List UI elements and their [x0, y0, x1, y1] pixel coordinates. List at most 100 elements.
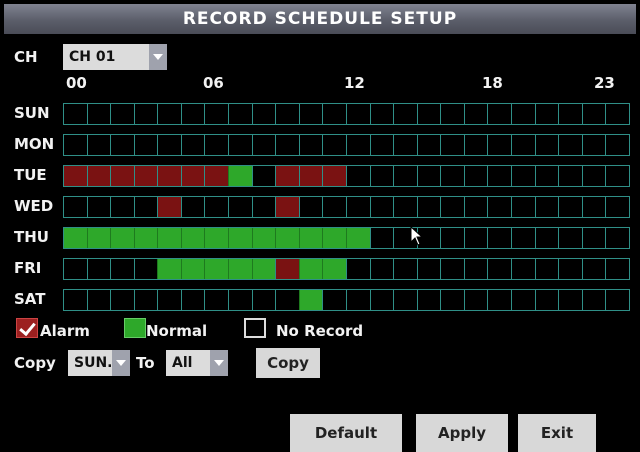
schedule-cell-mon-22[interactable]	[581, 135, 606, 155]
schedule-cell-wed-05[interactable]	[180, 197, 205, 217]
schedule-cell-fri-14[interactable]	[393, 259, 417, 279]
schedule-cell-mon-01[interactable]	[86, 135, 111, 155]
schedule-cell-fri-07[interactable]	[228, 259, 252, 279]
schedule-cell-mon-13[interactable]	[369, 135, 394, 155]
schedule-cell-sun-22[interactable]	[581, 104, 606, 124]
schedule-cell-sun-18[interactable]	[487, 104, 511, 124]
schedule-cell-tue-02[interactable]	[110, 166, 134, 186]
schedule-cell-thu-11[interactable]	[322, 228, 346, 248]
schedule-cell-thu-18[interactable]	[487, 228, 511, 248]
alarm-legend-swatch[interactable]	[16, 318, 38, 338]
copy-from-select[interactable]: SUN.	[68, 350, 130, 376]
apply-button[interactable]: Apply	[416, 414, 508, 452]
schedule-cell-tue-22[interactable]	[581, 166, 606, 186]
schedule-cell-mon-21[interactable]	[558, 135, 582, 155]
schedule-cell-sat-08[interactable]	[251, 290, 276, 310]
schedule-cell-sat-20[interactable]	[534, 290, 559, 310]
chevron-down-icon[interactable]	[210, 350, 228, 376]
schedule-cell-wed-07[interactable]	[228, 197, 252, 217]
schedule-cell-mon-16[interactable]	[440, 135, 464, 155]
schedule-cell-fri-15[interactable]	[416, 259, 441, 279]
schedule-cell-wed-17[interactable]	[463, 197, 488, 217]
schedule-cell-sun-00[interactable]	[64, 104, 87, 124]
schedule-cell-sun-04[interactable]	[157, 104, 181, 124]
schedule-cell-wed-12[interactable]	[345, 197, 370, 217]
schedule-cell-sun-01[interactable]	[86, 104, 111, 124]
schedule-cell-wed-03[interactable]	[133, 197, 158, 217]
schedule-cell-tue-07[interactable]	[228, 166, 252, 186]
schedule-cell-wed-02[interactable]	[110, 197, 134, 217]
schedule-cell-thu-08[interactable]	[251, 228, 276, 248]
schedule-cell-sun-02[interactable]	[110, 104, 134, 124]
chevron-down-icon[interactable]	[112, 350, 130, 376]
schedule-cell-fri-03[interactable]	[133, 259, 158, 279]
schedule-cell-sat-18[interactable]	[487, 290, 511, 310]
no-record-legend-swatch[interactable]	[244, 318, 266, 338]
schedule-cell-sun-11[interactable]	[322, 104, 346, 124]
schedule-cell-mon-12[interactable]	[345, 135, 370, 155]
schedule-cell-wed-09[interactable]	[275, 197, 299, 217]
schedule-cell-fri-06[interactable]	[204, 259, 229, 279]
schedule-cell-sat-15[interactable]	[416, 290, 441, 310]
schedule-cell-mon-00[interactable]	[64, 135, 87, 155]
schedule-cell-wed-11[interactable]	[322, 197, 346, 217]
schedule-cell-thu-13[interactable]	[369, 228, 394, 248]
schedule-cell-fri-17[interactable]	[463, 259, 488, 279]
schedule-cell-thu-01[interactable]	[86, 228, 111, 248]
schedule-cell-sat-00[interactable]	[64, 290, 87, 310]
chevron-down-icon[interactable]	[149, 44, 167, 70]
schedule-cell-fri-18[interactable]	[487, 259, 511, 279]
schedule-cell-sat-23[interactable]	[605, 290, 629, 310]
schedule-cell-mon-06[interactable]	[204, 135, 229, 155]
schedule-cell-mon-08[interactable]	[251, 135, 276, 155]
schedule-cell-fri-04[interactable]	[157, 259, 181, 279]
schedule-cell-sat-02[interactable]	[110, 290, 134, 310]
schedule-cell-sun-12[interactable]	[345, 104, 370, 124]
schedule-cell-mon-11[interactable]	[322, 135, 346, 155]
schedule-cell-fri-05[interactable]	[180, 259, 205, 279]
exit-button[interactable]: Exit	[518, 414, 596, 452]
schedule-cell-tue-01[interactable]	[86, 166, 111, 186]
default-button[interactable]: Default	[290, 414, 402, 452]
schedule-cell-fri-11[interactable]	[322, 259, 346, 279]
schedule-cell-sat-13[interactable]	[369, 290, 394, 310]
schedule-cell-tue-23[interactable]	[605, 166, 629, 186]
schedule-cell-sun-16[interactable]	[440, 104, 464, 124]
schedule-cell-sun-14[interactable]	[393, 104, 417, 124]
schedule-cell-sat-01[interactable]	[86, 290, 111, 310]
schedule-cell-fri-16[interactable]	[440, 259, 464, 279]
schedule-cell-fri-01[interactable]	[86, 259, 111, 279]
schedule-cell-sun-21[interactable]	[558, 104, 582, 124]
schedule-cell-tue-19[interactable]	[510, 166, 535, 186]
schedule-cell-wed-13[interactable]	[369, 197, 394, 217]
schedule-cell-sat-05[interactable]	[180, 290, 205, 310]
schedule-cell-wed-04[interactable]	[157, 197, 181, 217]
schedule-cell-wed-19[interactable]	[510, 197, 535, 217]
normal-legend-swatch[interactable]	[124, 318, 146, 338]
schedule-cell-sun-08[interactable]	[251, 104, 276, 124]
schedule-cell-sun-13[interactable]	[369, 104, 394, 124]
schedule-cell-sat-09[interactable]	[275, 290, 299, 310]
schedule-cell-sat-16[interactable]	[440, 290, 464, 310]
schedule-cell-fri-13[interactable]	[369, 259, 394, 279]
schedule-cell-sat-10[interactable]	[298, 290, 323, 310]
schedule-cell-thu-20[interactable]	[534, 228, 559, 248]
schedule-cell-sun-05[interactable]	[180, 104, 205, 124]
copy-button[interactable]: Copy	[256, 348, 320, 378]
copy-to-select[interactable]: All	[166, 350, 228, 376]
schedule-cell-tue-16[interactable]	[440, 166, 464, 186]
schedule-cell-wed-15[interactable]	[416, 197, 441, 217]
schedule-cell-mon-02[interactable]	[110, 135, 134, 155]
schedule-cell-wed-23[interactable]	[605, 197, 629, 217]
schedule-cell-sun-06[interactable]	[204, 104, 229, 124]
schedule-cell-thu-02[interactable]	[110, 228, 134, 248]
schedule-cell-thu-09[interactable]	[275, 228, 299, 248]
schedule-cell-tue-21[interactable]	[558, 166, 582, 186]
schedule-cell-tue-05[interactable]	[180, 166, 205, 186]
schedule-cell-tue-06[interactable]	[204, 166, 229, 186]
schedule-cell-thu-23[interactable]	[605, 228, 629, 248]
schedule-cell-tue-17[interactable]	[463, 166, 488, 186]
schedule-cell-sat-12[interactable]	[345, 290, 370, 310]
schedule-cell-sat-03[interactable]	[133, 290, 158, 310]
schedule-cell-tue-18[interactable]	[487, 166, 511, 186]
